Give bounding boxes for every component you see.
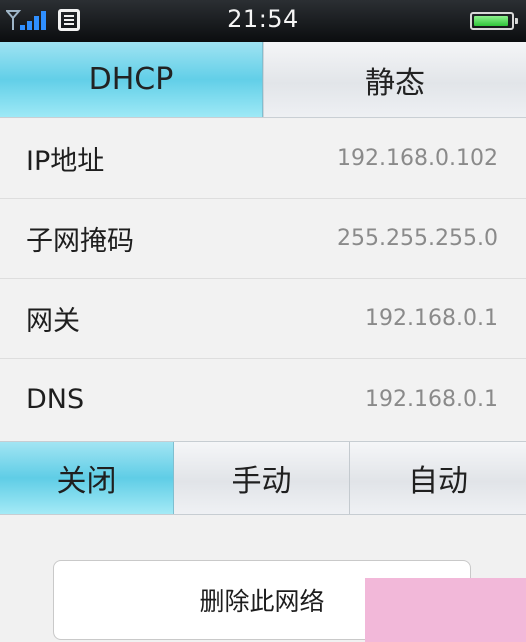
battery-icon	[470, 12, 518, 30]
proxy-option-off[interactable]: 关闭	[0, 442, 174, 514]
ip-address-label: IP地址	[26, 146, 105, 177]
bottom-actions: 删除此网络	[0, 516, 526, 642]
dns-row: DNS 192.168.0.1	[0, 359, 526, 439]
subnet-mask-value: 255.255.255.0	[337, 226, 498, 251]
subnet-mask-label: 子网掩码	[26, 226, 134, 257]
network-info-list: IP地址 192.168.0.102 子网掩码 255.255.255.0 网关…	[0, 119, 526, 441]
dns-value: 192.168.0.1	[365, 386, 498, 412]
proxy-option-manual[interactable]: 手动	[174, 442, 350, 514]
status-time: 21:54	[227, 5, 299, 33]
status-bar: 21:54	[0, 0, 526, 42]
gateway-label: 网关	[26, 306, 80, 337]
watermark-overlay	[365, 578, 526, 642]
ip-address-row: IP地址 192.168.0.102	[0, 119, 526, 199]
ip-mode-tabs: DHCP 静态	[0, 42, 526, 118]
battery-level-fill	[474, 16, 508, 26]
dns-label: DNS	[26, 383, 85, 415]
tab-static[interactable]: 静态	[263, 42, 526, 117]
proxy-option-auto[interactable]: 自动	[350, 442, 526, 514]
proxy-segmented-control: 关闭 手动 自动	[0, 441, 526, 515]
tab-dhcp[interactable]: DHCP	[0, 42, 263, 117]
gateway-row: 网关 192.168.0.1	[0, 279, 526, 359]
ip-address-value: 192.168.0.102	[337, 146, 498, 171]
subnet-mask-row: 子网掩码 255.255.255.0	[0, 199, 526, 279]
gateway-value: 192.168.0.1	[365, 306, 498, 331]
